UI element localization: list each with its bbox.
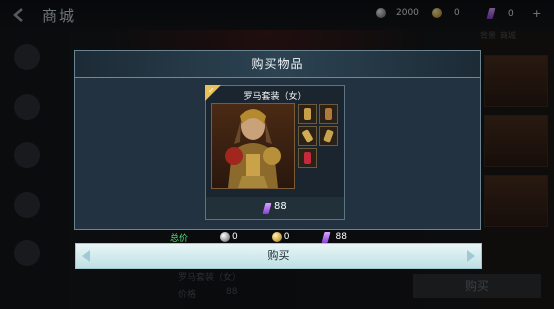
purple-gem-icon: [262, 203, 272, 214]
dialog-title: 购买物品: [251, 57, 304, 71]
equipment-slot-headpiece[interactable]: [298, 104, 317, 124]
character-portrait: [211, 103, 295, 189]
total-silver: 0: [220, 232, 238, 242]
buy-button-label: 购买: [267, 249, 290, 262]
purple-gem-icon: [322, 231, 331, 243]
item-price-row: 88: [206, 197, 344, 219]
total-gold: 0: [271, 232, 289, 242]
roman-warrior-figure: [225, 109, 281, 188]
total-label: 总价: [170, 233, 189, 244]
equipment-slot-glove[interactable]: [298, 126, 317, 146]
right-arrow-icon: [467, 250, 475, 262]
silver-coin-icon: [220, 232, 231, 242]
dialog-header: 购买物品: [75, 51, 480, 78]
item-name: 罗马套装（女）: [243, 92, 307, 102]
item-price: 88: [274, 201, 287, 212]
equipment-slot-shoulder[interactable]: [319, 104, 338, 124]
item-card: ✓ 罗马套装（女） 88: [205, 85, 345, 220]
total-gem: 88: [322, 231, 347, 243]
buy-button[interactable]: 购买: [75, 243, 482, 269]
total-price-row: 总价 0 0 88: [170, 230, 381, 244]
equipment-slot-accessory[interactable]: [298, 148, 317, 168]
left-arrow-icon: [82, 250, 90, 262]
gold-coin-icon: [271, 232, 282, 242]
purchase-dialog: 购买物品 ✓ 罗马套装（女） 88: [74, 50, 481, 230]
equipment-slot-bracer[interactable]: [319, 126, 338, 146]
